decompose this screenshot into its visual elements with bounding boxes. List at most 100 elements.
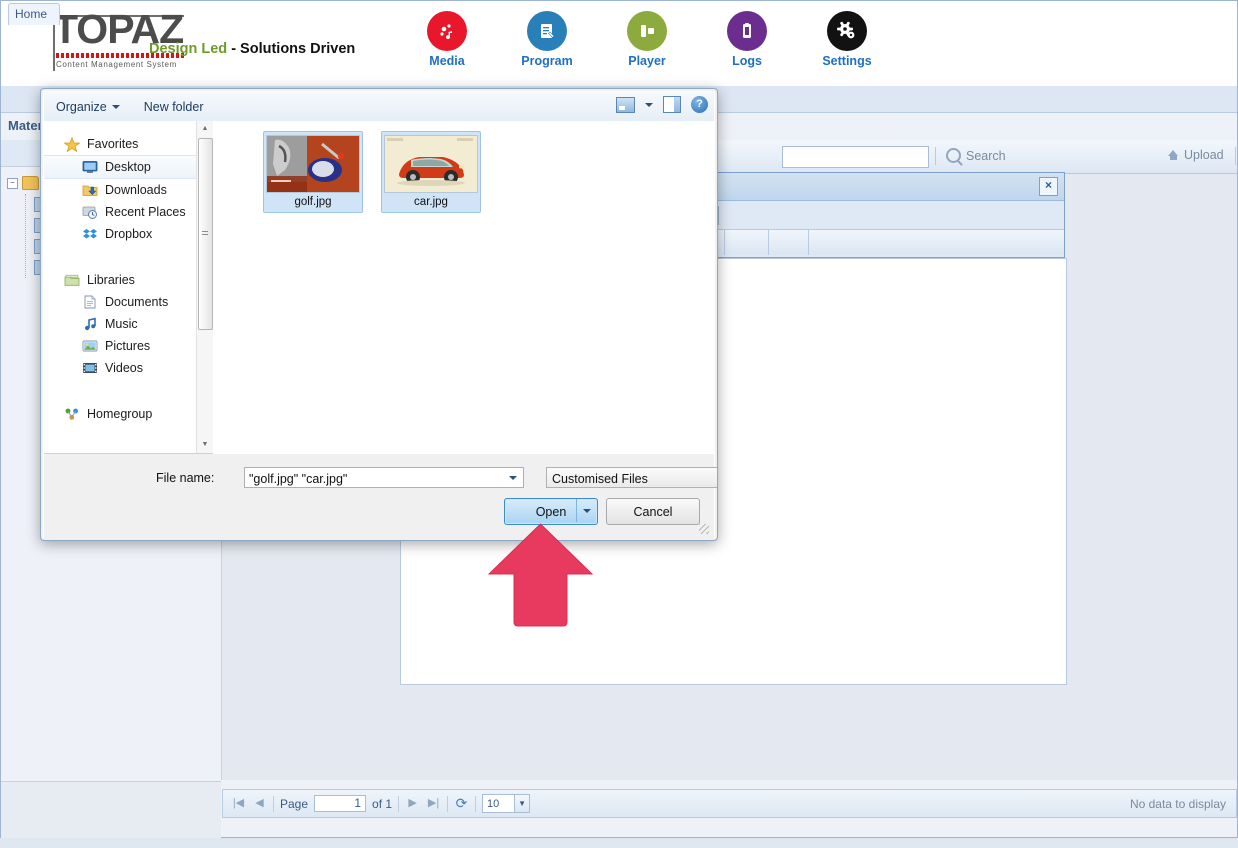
no-data-message: No data to display [1130, 797, 1226, 811]
next-page-button[interactable]: ▶ [405, 796, 420, 811]
nav-label-program: Program [511, 54, 583, 68]
search-button[interactable]: Search [946, 148, 1006, 163]
downloads-folder-icon [82, 183, 98, 197]
open-split-dropdown[interactable] [576, 499, 597, 522]
last-page-button[interactable]: ▶| [426, 796, 441, 811]
nav-label: Favorites [87, 137, 138, 151]
nav-item-recent-places[interactable]: Recent Places [44, 201, 196, 223]
file-open-dialog: Organize New folder ? Favorites [40, 88, 718, 541]
nav-label: Documents [105, 295, 168, 309]
search-button-label: Search [966, 149, 1006, 163]
preview-pane-icon[interactable] [663, 96, 681, 113]
page-total-label: of 1 [372, 797, 392, 811]
collapse-icon[interactable]: − [7, 178, 18, 189]
file-name-label: car.jpg [414, 196, 448, 208]
nav-item-downloads[interactable]: Downloads [44, 179, 196, 201]
music-icon [82, 317, 98, 331]
nav-item-settings[interactable]: Settings [811, 11, 883, 81]
resize-grip[interactable] [699, 524, 709, 534]
nav-label: Music [105, 317, 138, 331]
nav-pane-scrollbar[interactable]: ▲ ▼ [196, 121, 213, 453]
settings-icon [827, 11, 867, 51]
pictures-icon [82, 339, 98, 353]
close-icon[interactable]: × [1039, 177, 1058, 196]
nav-label-settings: Settings [811, 54, 883, 68]
refresh-icon[interactable]: ⟳ [454, 796, 469, 811]
file-thumbnail [266, 135, 360, 193]
cancel-button[interactable]: Cancel [606, 498, 700, 525]
nav-label-logs: Logs [711, 54, 783, 68]
libraries-icon [64, 273, 80, 287]
file-name-label: File name: [156, 471, 214, 485]
file-thumbnail [384, 135, 478, 193]
chevron-down-icon[interactable] [645, 103, 653, 107]
file-item-car[interactable]: car.jpg [381, 131, 481, 213]
nav-label: Homegroup [87, 407, 152, 421]
organize-button[interactable]: Organize [44, 100, 132, 114]
page-number-input[interactable]: 1 [314, 795, 366, 812]
window-bottom-strip [0, 838, 1238, 848]
nav-item-music[interactable]: Music [44, 313, 196, 335]
nav-item-computer[interactable]: Computer [44, 449, 196, 453]
nav-item-favorites[interactable]: Favorites [44, 133, 196, 155]
organize-label: Organize [56, 100, 107, 114]
new-folder-button[interactable]: New folder [132, 100, 216, 114]
file-name-label: golf.jpg [294, 196, 331, 208]
app-header: TOPAZ Content Management System Design L… [1, 1, 1237, 87]
nav-label-player: Player [611, 54, 683, 68]
nav-item-videos[interactable]: Videos [44, 357, 196, 379]
upload-button[interactable]: Upload [1168, 148, 1224, 162]
file-name-input[interactable]: "golf.jpg" "car.jpg" [244, 467, 524, 488]
left-panel-footer [1, 781, 221, 838]
chevron-down-icon [112, 105, 120, 109]
view-style-icon[interactable] [616, 97, 635, 113]
column-header-blank3 [769, 230, 809, 255]
scroll-up-icon[interactable]: ▲ [197, 121, 213, 137]
videos-icon [82, 361, 98, 375]
cancel-button-label: Cancel [634, 505, 673, 519]
chevron-down-icon [583, 509, 591, 513]
nav-item-desktop[interactable]: Desktop [44, 155, 196, 179]
file-list: golf.jpg [213, 121, 714, 463]
page-label: Page [280, 797, 308, 811]
annotation-arrow-icon [483, 522, 598, 627]
file-type-select[interactable]: Customised Files [546, 467, 718, 488]
nav-item-media[interactable]: Media [411, 11, 483, 81]
file-dialog-toolbar: Organize New folder ? [44, 92, 714, 122]
nav-item-libraries[interactable]: Libraries [44, 269, 196, 291]
open-button[interactable]: Open [504, 498, 598, 525]
column-header-blank2 [725, 230, 769, 255]
nav-item-pictures[interactable]: Pictures [44, 335, 196, 357]
help-icon[interactable]: ? [691, 96, 708, 113]
nav-item-player[interactable]: Player [611, 11, 683, 81]
nav-label: Downloads [105, 183, 167, 197]
nav-item-homegroup[interactable]: Homegroup [44, 403, 196, 425]
application-window: TOPAZ Content Management System Design L… [0, 0, 1238, 848]
file-name-value: "golf.jpg" "car.jpg" [249, 472, 347, 486]
page-size-select[interactable]: 10 ▼ [482, 794, 530, 813]
tagline-dark: - Solutions Driven [231, 41, 355, 57]
star-icon [64, 137, 80, 151]
recent-places-icon [82, 205, 98, 219]
dropbox-icon [82, 227, 98, 241]
chevron-down-icon[interactable] [509, 476, 517, 480]
tab-home[interactable]: Home [8, 3, 60, 25]
file-type-value: Customised Files [552, 472, 648, 486]
nav-item-documents[interactable]: Documents [44, 291, 196, 313]
file-item-golf[interactable]: golf.jpg [263, 131, 363, 213]
scroll-down-icon[interactable]: ▼ [197, 437, 213, 453]
nav-label: Recent Places [105, 205, 186, 219]
chevron-down-icon: ▼ [514, 795, 529, 812]
homegroup-icon [64, 407, 80, 421]
first-page-button[interactable]: |◀ [231, 796, 246, 811]
upload-icon [1168, 150, 1179, 161]
prev-page-button[interactable]: ◀ [252, 796, 267, 811]
nav-item-dropbox[interactable]: Dropbox [44, 223, 196, 245]
nav-item-logs[interactable]: Logs [711, 11, 783, 81]
main-nav: Media Program Player Logs [411, 11, 883, 81]
scrollbar-thumb[interactable] [198, 138, 213, 330]
nav-item-program[interactable]: Program [511, 11, 583, 81]
nav-label: Libraries [87, 273, 135, 287]
search-input[interactable] [782, 146, 929, 168]
logs-icon [727, 11, 767, 51]
